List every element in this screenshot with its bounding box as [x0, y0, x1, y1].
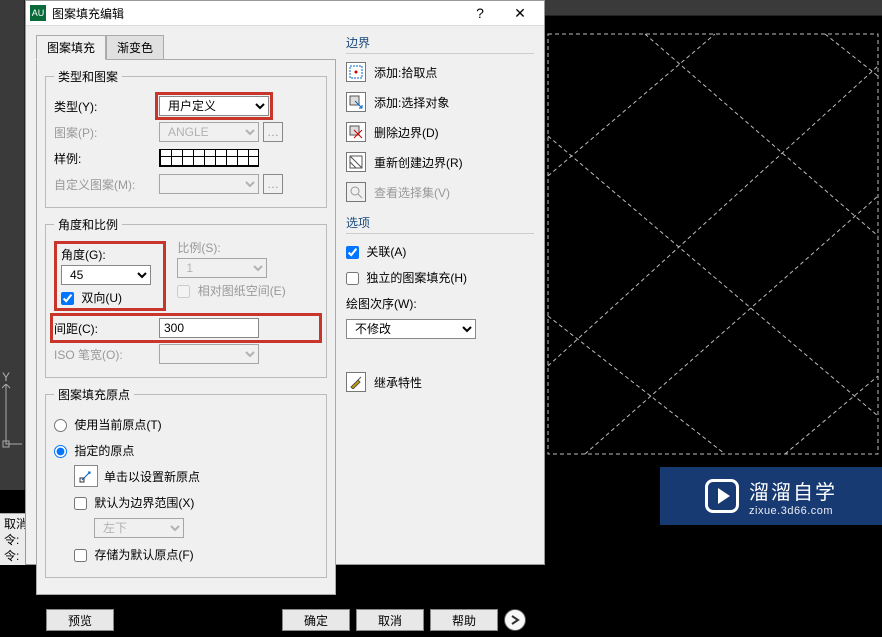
play-icon [705, 479, 739, 513]
watermark-url: zixue.3d66.com [749, 505, 837, 517]
angle-label: 角度(G): [61, 248, 106, 262]
remove-boundary-button[interactable]: 删除边界(D) [346, 120, 534, 144]
options-title: 选项 [346, 214, 534, 234]
dialog-footer: 预览 确定 取消 帮助 [36, 603, 534, 637]
specify-radio-label[interactable]: 指定的原点 [54, 442, 134, 459]
add-pick-button[interactable]: 添加:拾取点 [346, 60, 534, 84]
magnifier-icon [346, 182, 366, 202]
custom-select [159, 174, 259, 194]
pick-origin-button[interactable] [74, 465, 98, 487]
pattern-swatch[interactable] [159, 149, 259, 167]
preview-button[interactable]: 预览 [46, 609, 114, 631]
store-default-checkbox[interactable] [74, 549, 87, 562]
chevron-right-icon [509, 614, 521, 626]
tab-hatch[interactable]: 图案填充 [36, 35, 106, 60]
default-extents-label[interactable]: 默认为边界范围(X) [74, 494, 194, 511]
expand-button[interactable] [504, 609, 526, 631]
legend: 类型和图案 [54, 68, 122, 85]
scale-label: 比例(S): [177, 241, 220, 255]
tab-gradient[interactable]: 渐变色 [106, 35, 164, 60]
tabs: 图案填充 渐变色 [36, 34, 336, 59]
spacing-label: 间距(C): [54, 320, 159, 337]
angle-select[interactable]: 45 [61, 265, 151, 285]
ok-button[interactable]: 确定 [282, 609, 350, 631]
boundary-title: 边界 [346, 34, 534, 54]
type-select[interactable]: 用户定义 [159, 96, 269, 116]
help-button-footer[interactable]: 帮助 [430, 609, 498, 631]
crosshair-icon [79, 469, 93, 483]
iso-label: ISO 笔宽(O): [54, 346, 159, 363]
custom-label: 自定义图案(M): [54, 176, 159, 193]
app-icon: AU [30, 5, 46, 21]
group-origin: 图案填充原点 使用当前原点(T) 指定的原点 [45, 386, 327, 578]
dialog-title: 图案填充编辑 [52, 5, 460, 22]
default-extents-checkbox[interactable] [74, 497, 87, 510]
group-angle-scale: 角度和比例 角度(G): 45 双向(U) 比例 [45, 216, 327, 378]
custom-browse-button: … [263, 174, 283, 194]
pattern-label: 图案(P): [54, 124, 159, 141]
watermark: 溜溜自学 zixue.3d66.com [660, 467, 882, 525]
spacing-input[interactable] [159, 318, 259, 338]
ucs-icon: Y [2, 370, 24, 457]
bidir-checkbox[interactable] [61, 292, 74, 305]
use-current-radio-label[interactable]: 使用当前原点(T) [54, 416, 162, 433]
legend: 图案填充原点 [54, 386, 134, 403]
hatch-edit-dialog: AU 图案填充编辑 ? ✕ 图案填充 渐变色 类型和图案 类型(Y): [25, 0, 545, 565]
assoc-check-label[interactable]: 关联(A) [346, 243, 406, 260]
cancel-button[interactable]: 取消 [356, 609, 424, 631]
group-type-pattern: 类型和图案 类型(Y): 用户定义 图案(P): [45, 68, 327, 208]
indep-checkbox[interactable] [346, 272, 359, 285]
paperspace-checkbox [177, 285, 190, 298]
specify-radio[interactable] [54, 445, 67, 458]
inherit-button[interactable]: 继承特性 [346, 370, 534, 394]
recreate-boundary-icon [346, 152, 366, 172]
pick-point-icon [346, 62, 366, 82]
bidir-check-label[interactable]: 双向(U) [61, 289, 122, 306]
indep-check-label[interactable]: 独立的图案填充(H) [346, 269, 467, 286]
extents-select: 左下 [94, 518, 184, 538]
paperspace-check-label: 相对图纸空间(E) [177, 282, 285, 299]
legend: 角度和比例 [54, 216, 122, 233]
view-selection-button: 查看选择集(V) [346, 180, 534, 204]
use-current-radio[interactable] [54, 419, 67, 432]
recreate-boundary-button[interactable]: 重新创建边界(R) [346, 150, 534, 174]
pattern-select: ANGLE [159, 122, 259, 142]
draworder-select[interactable]: 不修改 [346, 319, 476, 339]
draworder-label: 绘图次序(W): [346, 295, 417, 312]
iso-select [159, 344, 259, 364]
titlebar: AU 图案填充编辑 ? ✕ [26, 1, 544, 26]
store-default-label[interactable]: 存储为默认原点(F) [74, 546, 194, 563]
brush-icon [346, 372, 366, 392]
watermark-cn: 溜溜自学 [749, 476, 837, 505]
sample-label: 样例: [54, 150, 159, 167]
scale-select: 1 [177, 258, 267, 278]
type-label: 类型(Y): [54, 98, 159, 115]
help-button[interactable]: ? [460, 3, 500, 23]
pattern-browse-button: … [263, 122, 283, 142]
remove-boundary-icon [346, 122, 366, 142]
add-select-button[interactable]: 添加:选择对象 [346, 90, 534, 114]
assoc-checkbox[interactable] [346, 246, 359, 259]
select-object-icon [346, 92, 366, 112]
close-button[interactable]: ✕ [500, 3, 540, 23]
pick-origin-label: 单击以设置新原点 [104, 468, 200, 485]
